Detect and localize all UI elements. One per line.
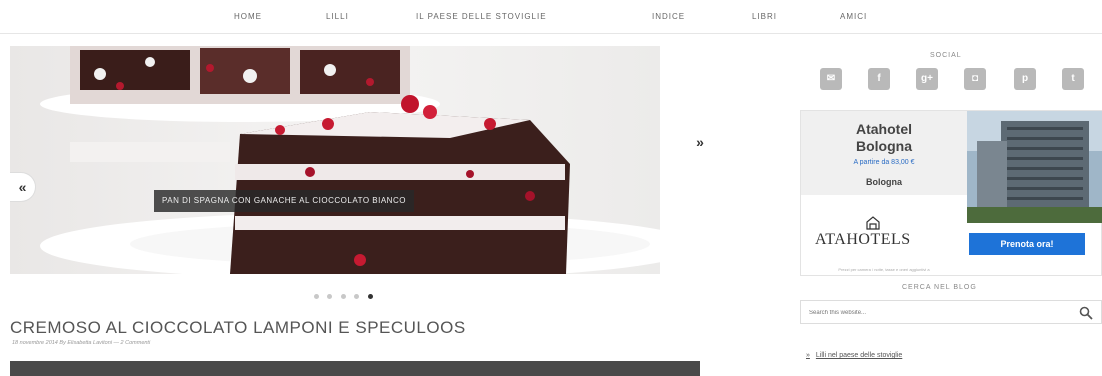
slider-dot[interactable] <box>327 294 333 300</box>
nav-item-il-paese-delle-stoviglie[interactable]: IL PAESE DELLE STOVIGLIE <box>416 12 547 21</box>
mail-icon[interactable]: ✉ <box>820 68 842 90</box>
chevron-left-icon: « <box>18 179 27 195</box>
pinterest-icon[interactable]: p <box>1014 68 1036 90</box>
search-heading: CERCA NEL BLOG <box>902 284 977 291</box>
atahotels-logo-icon <box>866 216 880 230</box>
ad-brand-logo: ATAHOTELS <box>815 231 911 248</box>
facebook-icon[interactable]: f <box>868 68 890 90</box>
post-title[interactable]: CREMOSO AL CIOCCOLATO LAMPONI E SPECULOO… <box>10 318 466 338</box>
social-heading: SOCIAL <box>930 52 962 59</box>
ad-hotel-name-line2: Bologna <box>856 138 912 154</box>
ad-hotel-name-line1: Atahotel <box>856 121 912 137</box>
search-icon[interactable] <box>1079 306 1093 320</box>
nav-item-amici[interactable]: AMICI <box>840 12 867 21</box>
chevron-right-icon: » <box>696 134 704 150</box>
nav-item-libri[interactable]: LIBRI <box>752 12 777 21</box>
instagram-icon[interactable]: ◘ <box>964 68 986 90</box>
slider-next-button[interactable]: » <box>690 132 710 152</box>
featured-slider: PAN DI SPAGNA CON GANACHE AL CIOCCOLATO … <box>10 46 660 274</box>
ad-hotel-name: Atahotel Bologna <box>801 121 967 155</box>
slider-dot[interactable] <box>314 294 319 300</box>
slider-dot[interactable] <box>354 294 360 300</box>
search-input[interactable] <box>809 305 1069 321</box>
nav-item-home[interactable]: HOME <box>234 12 262 21</box>
post-image[interactable] <box>10 361 700 376</box>
nav-item-indice[interactable]: INDICE <box>652 12 685 21</box>
slider-pagination <box>314 288 377 300</box>
google-plus-icon[interactable]: g+ <box>916 68 938 90</box>
search-box <box>800 300 1102 324</box>
ad-price: A partire da 83,00 € <box>853 159 915 166</box>
ad-fine-print: Prezzi per camera / notte, tasse e oneri… <box>838 267 930 272</box>
slide-caption[interactable]: PAN DI SPAGNA CON GANACHE AL CIOCCOLATO … <box>154 190 414 212</box>
book-now-button[interactable]: Prenota ora! <box>969 233 1085 255</box>
nav-item-lilli[interactable]: LILLI <box>326 12 349 21</box>
slider-dot-active[interactable] <box>367 294 373 300</box>
twitter-icon[interactable]: t <box>1062 68 1084 90</box>
link-bullet: » <box>806 352 810 359</box>
slider-dot[interactable] <box>340 294 346 300</box>
top-navigation: HOME LILLI IL PAESE DELLE STOVIGLIE INDI… <box>0 0 1102 34</box>
ad-hotel-photo[interactable] <box>967 111 1102 223</box>
ad-city: Bologna <box>866 177 902 187</box>
social-buttons: ✉ f g+ ◘ p t <box>820 68 1096 90</box>
sidebar-link-label: Lilli nel paese delle stoviglie <box>815 352 903 359</box>
slide-image-cake[interactable] <box>10 46 660 274</box>
post-meta: 18 novembre 2014 By Elisabetta Lavitoni … <box>12 340 151 346</box>
sidebar-link-lilli[interactable]: » Lilli nel paese delle stoviglie <box>806 352 902 359</box>
hotel-ad[interactable]: Atahotel Bologna A partire da 83,00 € Bo… <box>800 110 1102 276</box>
